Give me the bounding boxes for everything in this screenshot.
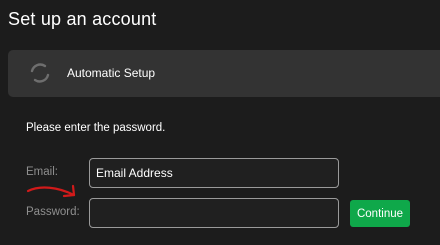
password-prompt: Please enter the password. [26,122,166,134]
hand-drawn-arrow-icon [26,184,76,198]
automatic-setup-label: Automatic Setup [67,66,156,80]
page-title: Set up an account [8,9,157,29]
continue-button[interactable]: Continue [350,200,410,227]
password-label: Password: [26,206,80,218]
refresh-spinner-icon [30,63,50,83]
password-field[interactable] [89,198,339,228]
email-field[interactable] [89,158,339,188]
email-label: Email: [26,166,58,178]
automatic-setup-bar: Automatic Setup [8,50,440,97]
